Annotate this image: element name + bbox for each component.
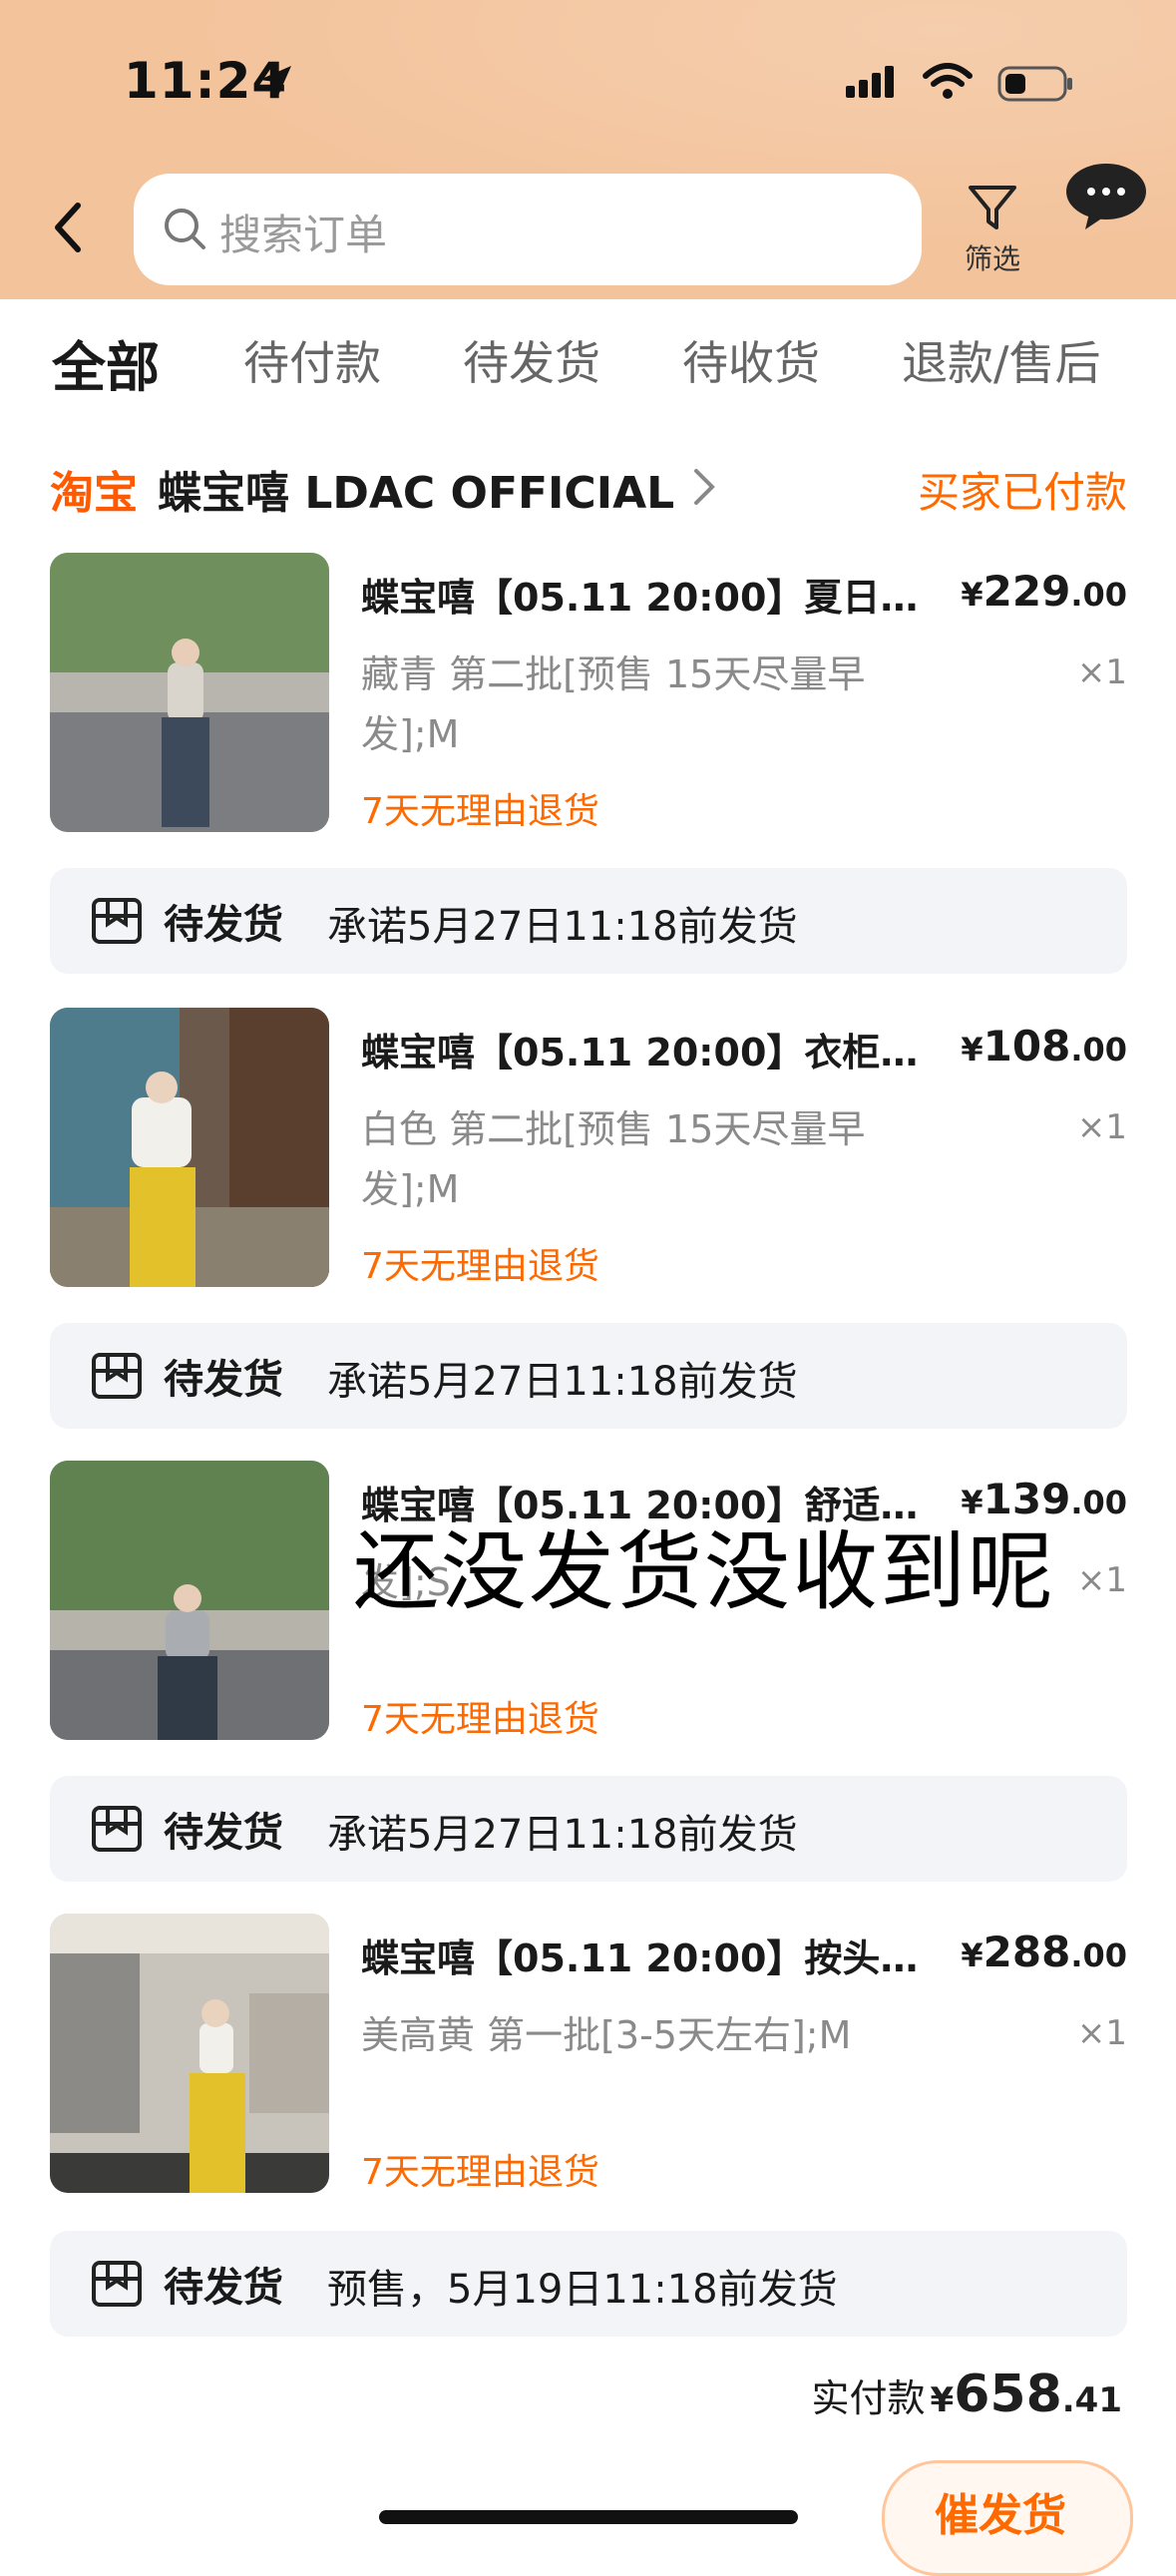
product-spec: 藏青 第二批[预售 15天尽量早 发];M — [361, 652, 866, 756]
shipping-status-bar[interactable]: 待发货 承诺5月27日11:18前发货 — [50, 868, 1127, 974]
more-chat-icon[interactable] — [1063, 160, 1149, 239]
battery-icon — [997, 66, 1072, 102]
shipping-status: 待发货 — [164, 902, 283, 948]
urge-shipment-button[interactable]: 催发货 — [882, 2460, 1133, 2576]
filter-icon — [969, 186, 1016, 229]
order-state: 买家已付款 — [917, 468, 1127, 517]
tab-pending-receipt[interactable]: 待收货 — [682, 327, 820, 393]
product-image — [50, 1914, 329, 2193]
shipping-promise: 承诺5月27日11:18前发货 — [327, 904, 798, 950]
product-quantity: ×1 — [1076, 1560, 1127, 1600]
product-price: ¥229.00 — [961, 567, 1127, 616]
order-total: 实付款 ¥658.41 — [811, 2364, 1122, 2424]
product-title: 蝶宝嘻【05.11 20:00】按头安... — [361, 1936, 950, 1980]
search-icon — [165, 209, 205, 249]
product-image — [50, 1008, 329, 1287]
product-quantity: ×1 — [1076, 2013, 1127, 2053]
home-indicator[interactable] — [379, 2510, 798, 2524]
chevron-right-icon — [694, 469, 715, 505]
product-spec: 白色 第二批[预售 15天尽量早 发];M — [361, 1107, 866, 1211]
product-quantity: ×1 — [1076, 652, 1127, 692]
package-box-icon — [92, 1353, 142, 1399]
tab-pending-shipment[interactable]: 待发货 — [463, 327, 600, 393]
shipping-status-bar[interactable]: 待发货 承诺5月27日11:18前发货 — [50, 1323, 1127, 1429]
product-image — [50, 553, 329, 832]
tab-pending-payment[interactable]: 待付款 — [243, 327, 381, 393]
order-item[interactable]: 蝶宝嘻【05.11 20:00】衣柜里... ¥108.00 白色 第二批[预售… — [50, 1008, 1127, 1297]
shipping-status: 待发货 — [164, 1810, 283, 1856]
package-box-icon — [92, 898, 142, 944]
tab-refund-aftersales[interactable]: 退款/售后 — [902, 327, 1101, 393]
return-policy: 7天无理由退货 — [361, 791, 599, 832]
filter-button[interactable]: 筛选 — [958, 180, 1027, 279]
return-policy: 7天无理由退货 — [361, 1246, 599, 1287]
order-item[interactable]: 蝶宝嘻【05.11 20:00】夏日呼... ¥229.00 藏青 第二批[预售… — [50, 553, 1127, 842]
shipping-status-bar[interactable]: 待发货 预售，5月19日11:18前发货 — [50, 2231, 1127, 2337]
package-box-icon — [92, 1806, 142, 1852]
cellular-signal-icon — [846, 66, 894, 98]
overlay-caption: 还没发货没收到呢 — [353, 1522, 1055, 1622]
product-quantity: ×1 — [1076, 1107, 1127, 1147]
product-title: 蝶宝嘻【05.11 20:00】夏日呼... — [361, 576, 950, 620]
shipping-status: 待发货 — [164, 1357, 283, 1403]
tab-all[interactable]: 全部 — [52, 323, 160, 402]
order-tabs: 全部 待付款 待发货 待收货 退款/售后 — [0, 299, 1176, 429]
search-input[interactable]: 搜索订单 — [134, 174, 922, 285]
product-image — [50, 1461, 329, 1740]
store-header[interactable]: 淘宝 蝶宝嘻 LDAC OFFICIAL 买家已付款 — [50, 455, 1127, 519]
back-arrow-icon[interactable] — [44, 198, 94, 257]
package-box-icon — [92, 2261, 142, 2307]
wifi-icon — [923, 63, 973, 99]
order-item[interactable]: 蝶宝嘻【05.11 20:00】按头安... ¥288.00 美高黄 第一批[3… — [50, 1914, 1127, 2203]
search-placeholder: 搜索订单 — [219, 211, 388, 259]
product-price: ¥108.00 — [961, 1022, 1127, 1071]
product-spec: 美高黄 第一批[3-5天左右];M — [361, 2013, 852, 2057]
shipping-status-bar[interactable]: 待发货 承诺5月27日11:18前发货 — [50, 1776, 1127, 1882]
product-title: 蝶宝嘻【05.11 20:00】衣柜里... — [361, 1031, 950, 1074]
filter-label: 筛选 — [964, 242, 1020, 275]
product-price: ¥288.00 — [961, 1928, 1127, 1976]
shipping-promise: 承诺5月27日11:18前发货 — [327, 1359, 798, 1405]
store-name: 蝶宝嘻 LDAC OFFICIAL — [158, 468, 675, 519]
shipping-promise: 承诺5月27日11:18前发货 — [327, 1812, 798, 1858]
location-arrow-icon — [259, 66, 291, 98]
total-label: 实付款 — [811, 2376, 926, 2420]
taobao-brand-label: 淘宝 — [50, 468, 138, 519]
return-policy: 7天无理由退货 — [361, 1699, 599, 1740]
return-policy: 7天无理由退货 — [361, 2152, 599, 2193]
header: 11:24 搜索订单 筛选 — [0, 0, 1176, 299]
shipping-status: 待发货 — [164, 2265, 283, 2311]
shipping-promise: 预售，5月19日11:18前发货 — [327, 2267, 838, 2313]
